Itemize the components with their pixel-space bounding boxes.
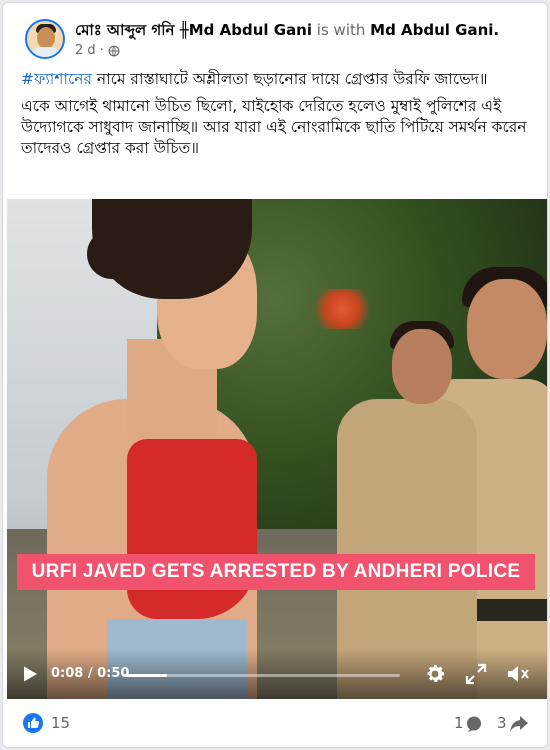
video-bg-flowers (307, 289, 377, 329)
like-count[interactable]: 15 (51, 714, 70, 732)
post-line-1-text: নামে রাস্তাঘাটে অশ্লীলতা ছড়ানোর দায়ে গ… (91, 70, 488, 88)
expand-icon[interactable] (465, 663, 487, 685)
video-caption: URFI JAVED GETS ARRESTED BY ANDHERI POLI… (17, 554, 535, 590)
avatar[interactable] (25, 19, 65, 59)
tagged-name[interactable]: Md Abdul Gani. (370, 21, 499, 39)
post-paragraph-1: #ফ্যাশানের নামে রাস্তাঘাটে অশ্লীলতা ছড়া… (21, 69, 533, 90)
share-count[interactable]: 3 (497, 714, 507, 732)
officer-2-face (467, 279, 547, 379)
comment-count[interactable]: 1 (454, 714, 464, 732)
officer-1-face (392, 329, 452, 404)
post-timestamp[interactable]: 2 d · (75, 43, 104, 58)
author-line: মোঃ আব্দুল গনি ╫Md Abdul Gani is with Md… (75, 19, 499, 44)
video-player[interactable]: URFI JAVED GETS ARRESTED BY ANDHERI POLI… (7, 199, 547, 699)
play-icon[interactable] (21, 665, 39, 683)
with-text: is with (316, 21, 366, 39)
gear-icon[interactable] (423, 662, 447, 686)
mute-icon[interactable] (506, 663, 530, 685)
like-reaction-icon[interactable] (23, 713, 43, 733)
video-progress-track[interactable] (123, 674, 400, 677)
post-text: #ফ্যাশানের নামে রাস্তাঘাটে অশ্লীলতা ছড়া… (21, 69, 533, 165)
woman-red-top (127, 439, 257, 619)
video-time: 0:08 / 0:50 (51, 666, 130, 681)
post-paragraph-2: একে আগেই থামানো উচিত ছিলো, যাইহোক দেরিতে… (21, 97, 527, 157)
globe-icon (108, 45, 120, 56)
share-icon[interactable] (509, 714, 529, 733)
avatar-face (37, 27, 55, 49)
post-header: মোঃ আব্দুল গনি ╫Md Abdul Gani is with Md… (17, 13, 533, 67)
video-progress-fill (123, 674, 168, 677)
video-controls: 0:08 / 0:50 (7, 649, 547, 699)
post-footer: 15 1 3 (3, 703, 547, 747)
comment-icon[interactable] (465, 715, 483, 733)
post-meta: 2 d · (75, 43, 120, 58)
avatar-shirt (31, 47, 61, 57)
post-card: মোঃ আব্দুল গনি ╫Md Abdul Gani is with Md… (2, 2, 548, 748)
hashtag-link[interactable]: #ফ্যাশানের (21, 70, 92, 88)
author-name[interactable]: মোঃ আব্দুল গনি ╫Md Abdul Gani (75, 21, 312, 39)
